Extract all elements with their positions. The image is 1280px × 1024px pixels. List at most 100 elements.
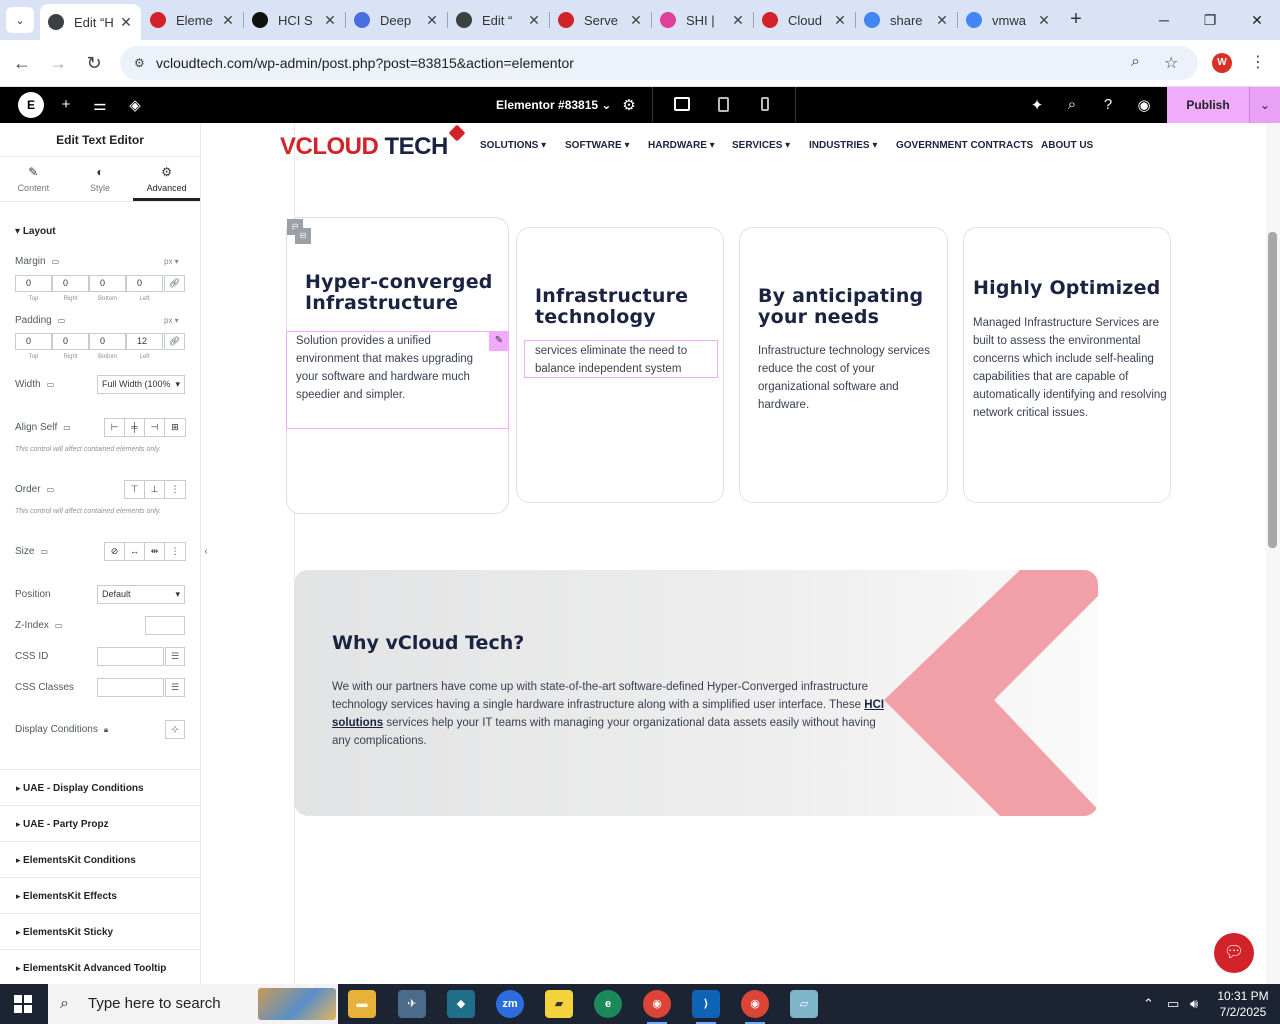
- card-text[interactable]: Managed Infrastructure Services are buil…: [973, 314, 1171, 422]
- align-stretch-icon[interactable]: ⊞: [165, 419, 185, 436]
- zoom-icon[interactable]: ⌕: [1131, 53, 1140, 71]
- desktop-responsive-icon[interactable]: ▭: [58, 316, 66, 325]
- add-element-icon[interactable]: +: [57, 96, 75, 113]
- menu-software[interactable]: SOFTWARE ▾: [565, 140, 629, 151]
- canvas-scrollbar-thumb[interactable]: [1268, 232, 1277, 548]
- padding-top-input[interactable]: 0: [15, 333, 52, 350]
- close-tab-icon[interactable]: ✕: [323, 12, 337, 29]
- order-last-icon[interactable]: ⊥: [145, 481, 165, 498]
- accordion-section[interactable]: ElementsKit Advanced Tooltip: [0, 949, 200, 984]
- site-settings-icon[interactable]: ⚙: [134, 56, 148, 70]
- align-center-icon[interactable]: ╪: [125, 419, 145, 436]
- search-highlight-image[interactable]: [258, 988, 336, 1020]
- close-tab-icon[interactable]: ✕: [221, 12, 235, 29]
- mobile-device-icon[interactable]: [761, 97, 769, 111]
- zoom-app-icon[interactable]: zm: [496, 990, 524, 1018]
- tray-chevron-up-icon[interactable]: ⌃: [1143, 996, 1154, 1012]
- app-icon[interactable]: ◆: [447, 990, 475, 1018]
- browser-tab[interactable]: Deep ✕: [346, 6, 447, 34]
- browser-tab[interactable]: Cloud ✕: [754, 6, 855, 34]
- close-tab-icon[interactable]: ✕: [527, 12, 541, 29]
- accordion-section[interactable]: UAE - Party Propz: [0, 805, 200, 841]
- browser-tab[interactable]: Edit “ ✕: [448, 6, 549, 34]
- close-tab-icon[interactable]: ✕: [833, 12, 847, 29]
- padding-bottom-input[interactable]: 0: [89, 333, 126, 350]
- reload-button[interactable]: ↻: [82, 51, 106, 75]
- container-handle-icon[interactable]: ⊟: [295, 228, 311, 244]
- order-first-icon[interactable]: ⊤: [125, 481, 145, 498]
- volume-icon[interactable]: 🔊︎: [1190, 996, 1198, 1012]
- close-tab-icon[interactable]: ✕: [935, 12, 949, 29]
- publish-button[interactable]: Publish: [1167, 87, 1249, 123]
- file-explorer-icon[interactable]: ▬: [348, 990, 376, 1018]
- dynamic-tags-icon[interactable]: ☰: [165, 678, 185, 697]
- margin-right-input[interactable]: 0: [52, 275, 89, 292]
- desktop-device-icon[interactable]: [674, 97, 690, 111]
- restore-button[interactable]: ❐: [1187, 8, 1233, 32]
- why-section[interactable]: Why vCloud Tech? We with our partners ha…: [294, 570, 1098, 816]
- desktop-responsive-icon[interactable]: ▭: [63, 423, 71, 432]
- padding-right-input[interactable]: 0: [52, 333, 89, 350]
- accordion-section[interactable]: ElementsKit Conditions: [0, 841, 200, 877]
- network-icon[interactable]: ▭: [1167, 996, 1179, 1012]
- edit-widget-pencil-icon[interactable]: ✎: [489, 331, 509, 351]
- tab-search-button[interactable]: ⌄: [6, 7, 34, 33]
- chat-bubble-icon[interactable]: 💬︎: [1214, 933, 1254, 973]
- back-button[interactable]: ←: [10, 51, 34, 75]
- section-layout-toggle[interactable]: ▾ Layout: [15, 226, 56, 237]
- browser-tab[interactable]: HCI S ✕: [244, 6, 345, 34]
- menu-about-us[interactable]: ABOUT US: [1041, 140, 1093, 151]
- address-bar[interactable]: ⚙ vcloudtech.com/wp-admin/post.php?post=…: [120, 46, 1198, 80]
- publish-options-button[interactable]: ⌄: [1249, 87, 1280, 123]
- margin-left-input[interactable]: 0: [126, 275, 163, 292]
- browser-tab[interactable]: vmwa ✕: [958, 6, 1059, 34]
- zindex-input[interactable]: [145, 616, 185, 635]
- tab-style[interactable]: ◐ Style: [67, 157, 134, 201]
- browser-tab[interactable]: Edit “H ✕: [40, 4, 141, 40]
- page-settings-gear-icon[interactable]: ⚙: [620, 96, 638, 114]
- windows-start-icon[interactable]: [14, 995, 32, 1013]
- close-tab-icon[interactable]: ✕: [1037, 12, 1051, 29]
- size-custom-icon[interactable]: ⋮: [165, 543, 185, 560]
- close-tab-icon[interactable]: ✕: [425, 12, 439, 29]
- close-window-button[interactable]: ✕: [1234, 8, 1280, 32]
- taskbar-clock[interactable]: 10:31 PM 7/2/2025: [1212, 988, 1274, 1020]
- accordion-section[interactable]: UAE - Display Conditions: [0, 769, 200, 805]
- desktop-responsive-icon[interactable]: ▭: [40, 547, 48, 556]
- margin-link-icon[interactable]: 🔗︎: [164, 275, 185, 292]
- card-by-anticipating[interactable]: By anticipating your needs Infrastructur…: [739, 227, 948, 503]
- minimize-button[interactable]: ─: [1141, 8, 1187, 32]
- margin-top-input[interactable]: 0: [15, 275, 52, 292]
- sticky-notes-icon[interactable]: ▰: [545, 990, 573, 1018]
- browser-tab[interactable]: Eleme ✕: [142, 6, 243, 34]
- browser-tab[interactable]: Serve ✕: [550, 6, 651, 34]
- desktop-responsive-icon[interactable]: ▭: [47, 485, 55, 494]
- size-shrink-icon[interactable]: ⇹: [145, 543, 165, 560]
- help-icon[interactable]: ?: [1099, 96, 1117, 113]
- chrome-icon[interactable]: ◉: [643, 990, 671, 1024]
- card-highly-optimized[interactable]: Highly Optimized Managed Infrastructure …: [963, 227, 1171, 503]
- browser-menu-icon[interactable]: ⋮: [1250, 52, 1266, 72]
- menu-industries[interactable]: INDUSTRIES ▾: [809, 140, 877, 151]
- align-end-icon[interactable]: ⊣: [145, 419, 165, 436]
- edge-icon[interactable]: e: [594, 990, 622, 1018]
- chrome-icon[interactable]: ◉: [741, 990, 769, 1024]
- css-id-input[interactable]: [97, 647, 164, 666]
- close-tab-icon[interactable]: ✕: [119, 14, 133, 31]
- vscode-icon[interactable]: ⟩: [692, 990, 720, 1024]
- desktop-responsive-icon[interactable]: ▭: [55, 621, 63, 630]
- menu-hardware[interactable]: HARDWARE ▾: [648, 140, 715, 151]
- tab-advanced[interactable]: ⚙ Advanced: [133, 157, 200, 201]
- profile-avatar[interactable]: W: [1212, 53, 1232, 73]
- align-start-icon[interactable]: ⊢: [105, 419, 125, 436]
- new-tab-button[interactable]: +: [1066, 8, 1086, 32]
- accordion-section[interactable]: ElementsKit Sticky: [0, 913, 200, 949]
- css-classes-input[interactable]: [97, 678, 164, 697]
- width-select[interactable]: Full Width (100%: [97, 375, 185, 394]
- tablet-device-icon[interactable]: [718, 97, 729, 112]
- dynamic-tags-icon[interactable]: ☰: [165, 647, 185, 666]
- order-custom-icon[interactable]: ⋮: [165, 481, 185, 498]
- desktop-responsive-icon[interactable]: ▭: [52, 257, 60, 266]
- document-title[interactable]: Elementor #83815 ⌄: [496, 98, 611, 112]
- position-select[interactable]: Default: [97, 585, 185, 604]
